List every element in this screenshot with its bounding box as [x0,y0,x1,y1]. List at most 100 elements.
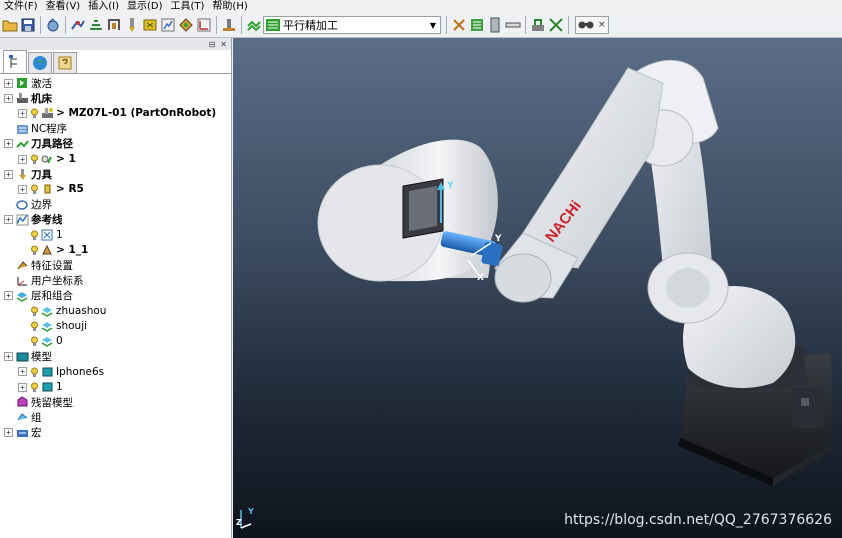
tree-item[interactable]: + 模型 [4,350,52,364]
tree-item[interactable]: + 刀具 [4,167,52,181]
expand-icon[interactable]: + [18,367,27,377]
chevron-down-icon[interactable]: ▼ [426,17,440,33]
finishing-icon[interactable] [106,17,122,33]
globe-tab-icon[interactable] [28,52,52,73]
tree-item[interactable]: + Iphone6s [18,365,104,379]
help-tab-icon[interactable] [53,52,77,73]
ruler-icon[interactable] [505,17,521,33]
tree-item[interactable]: 残留模型 [4,395,73,409]
graphics-viewport[interactable]: NACHi Y Y X Y Z https://blog.csdn.net/QQ… [233,38,842,538]
lightbulb-icon[interactable] [30,320,39,332]
lightbulb-icon[interactable] [30,381,39,393]
menu-file[interactable]: 文件(F) [0,0,42,13]
expand-icon[interactable]: + [4,93,13,103]
tree-item[interactable]: 边界 [4,198,52,212]
tree-item[interactable]: 特征设置 [4,258,73,272]
tree-tab-icon[interactable] [3,50,27,73]
tree-item[interactable]: + 激活 [4,76,52,90]
toolpath-folder-icon [16,138,29,150]
toolpath-item-icon [41,153,54,165]
lightbulb-icon[interactable] [30,305,39,317]
global-axes: Y Z [236,507,254,529]
expand-icon[interactable]: + [4,291,13,301]
feature-set-icon [16,259,29,271]
layer-item-icon [41,335,54,348]
axis-y-label: Y [446,181,454,191]
close-icon[interactable]: × [598,20,606,30]
folder-open-icon[interactable] [2,17,18,33]
expand-icon[interactable]: + [4,352,13,362]
menu-tools[interactable]: 工具(T) [167,0,209,13]
verify-icon[interactable] [451,17,467,33]
tree-item-label: > 1_1 [56,244,89,257]
menu-display[interactable]: 显示(D) [123,0,167,13]
roughing-icon[interactable] [88,17,104,33]
global-axis-y-label: Y [247,507,254,516]
tree-item[interactable]: +1 [18,380,63,394]
simulate-icon[interactable] [221,17,237,33]
lightbulb-icon[interactable] [30,335,39,347]
tree-item[interactable]: shouji [18,319,87,333]
expand-icon[interactable]: + [4,78,13,88]
tree-item[interactable]: 用户坐标系 [4,274,84,288]
boundary-icon[interactable] [142,17,158,33]
tree-item-label: 组 [31,411,42,424]
pattern-icon[interactable] [160,17,176,33]
tree-item[interactable]: + > R5 [18,182,84,196]
tree-item-label: 1 [56,229,63,241]
lightbulb-icon[interactable] [30,229,39,241]
expand-icon[interactable]: + [4,139,13,149]
tree-item[interactable]: NC程序 [4,122,67,136]
lightbulb-icon[interactable] [30,244,39,256]
expand-icon[interactable]: + [18,184,27,194]
tree-item[interactable]: + 参考线 [4,213,63,227]
tree-item[interactable]: + 刀具路径 [4,137,73,151]
menu-view[interactable]: 查看(V) [42,0,85,13]
menu-insert[interactable]: 插入(I) [84,0,123,13]
transform-icon[interactable] [548,17,564,33]
toolpath-icon[interactable] [70,17,86,33]
tree-item[interactable]: + 宏 [4,426,42,440]
close-icon[interactable]: ✕ [220,40,227,49]
tree-item[interactable]: + > 1 [18,152,76,166]
tree-item-label: 边界 [31,199,52,212]
expand-icon[interactable]: + [4,169,13,179]
strategy-combo[interactable]: 平行精加工 ▼ [263,16,441,34]
toolbar-separator [525,16,526,34]
save-icon[interactable] [20,17,36,33]
tree-item[interactable]: zhuashou [18,304,106,318]
lightbulb-icon[interactable] [30,153,39,165]
menu-help[interactable]: 帮助(H) [208,0,251,13]
tool-icon[interactable] [124,17,140,33]
expand-icon[interactable]: + [18,154,27,164]
tree-item[interactable]: 1 [18,228,63,242]
tree-item-label: 特征设置 [31,259,73,272]
tree-item[interactable]: > 1_1 [18,243,88,257]
undo-icon[interactable] [45,17,61,33]
toolbar-separator [446,16,447,34]
strategy-icon[interactable] [246,17,262,33]
expand-icon[interactable]: + [4,428,13,438]
lightbulb-icon[interactable] [30,107,39,119]
workplane-icon[interactable] [196,17,212,33]
measure-icon[interactable] [487,17,503,33]
pin-icon[interactable]: ⊟ [209,40,216,49]
viewport-tab[interactable]: × [575,16,609,34]
feature-icon[interactable] [178,17,194,33]
expand-icon[interactable]: + [18,108,27,118]
expand-icon[interactable]: + [4,215,13,225]
tree-item[interactable]: + 层和组合 [4,289,73,303]
explorer-tabs [0,50,231,74]
tree-item[interactable]: + > MZ07L-01 (PartOnRobot) [18,106,216,120]
expand-icon[interactable]: + [18,382,27,392]
tree-item-label: 刀具路径 [31,138,73,151]
layer-item-icon [41,305,54,317]
robot-tool-icon[interactable] [530,17,546,33]
tree-item[interactable]: 组 [4,410,42,424]
calculator-icon[interactable] [469,17,485,33]
tree-item[interactable]: + 机床 [4,91,52,105]
tree-item-label: 0 [56,335,63,348]
lightbulb-icon[interactable] [30,183,39,195]
lightbulb-icon[interactable] [30,366,39,378]
tree-item[interactable]: 0 [18,334,63,348]
